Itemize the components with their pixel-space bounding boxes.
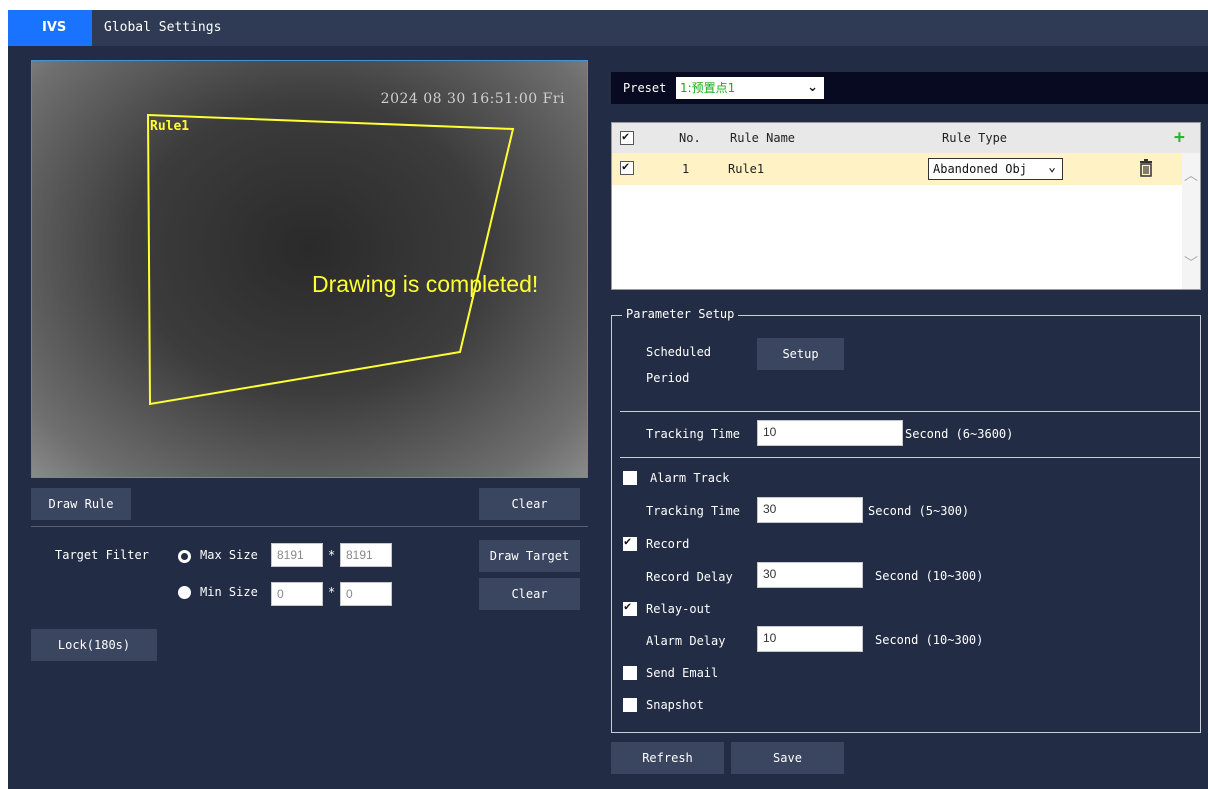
max-height-input[interactable]: 8191: [340, 543, 392, 567]
tracking-time-input[interactable]: 10: [757, 420, 903, 446]
alarm-tracking-time-input[interactable]: 30: [757, 497, 863, 523]
video-preview[interactable]: 2024 08 30 16:51:00 Fri Rule1 Drawing is…: [31, 60, 588, 478]
tab-global-settings[interactable]: Global Settings: [104, 10, 221, 46]
tab-ivs[interactable]: IVS: [8, 10, 92, 46]
table-row[interactable]: 1 Rule1 Abandoned Obj ⌄: [612, 153, 1182, 185]
preset-select[interactable]: 1:预置点1 ⌄: [676, 77, 824, 99]
record-delay-label: Record Delay: [646, 570, 733, 584]
snapshot-label: Snapshot: [646, 698, 704, 712]
add-rule-icon[interactable]: +: [1174, 123, 1185, 153]
col-rule-type-header: Rule Type: [942, 131, 1008, 145]
col-no-header: No.: [679, 131, 701, 145]
min-size-label: Min Size: [200, 585, 258, 599]
record-delay-input[interactable]: 30: [757, 562, 863, 588]
clear-rule-button[interactable]: Clear: [479, 488, 580, 520]
rule-type-select[interactable]: Abandoned Obj ⌄: [928, 158, 1063, 180]
size-separator-min: *: [328, 585, 336, 599]
alarm-track-checkbox[interactable]: [623, 471, 637, 485]
tab-bar: IVS Global Settings: [8, 10, 1208, 46]
rules-table: No. Rule Name Rule Type + 1 Rule1 Abando…: [611, 122, 1201, 290]
ivs-app: IVS Global Settings 2024 08 30 16:51:00 …: [8, 10, 1208, 789]
send-email-checkbox[interactable]: [623, 666, 637, 680]
delete-rule-icon[interactable]: [1139, 159, 1153, 180]
table-scrollbar[interactable]: ︿ ﹀: [1182, 153, 1200, 289]
draw-rule-button[interactable]: Draw Rule: [31, 488, 131, 520]
alarm-tracking-time-label: Tracking Time: [646, 504, 740, 518]
min-width-input[interactable]: 0: [271, 582, 323, 606]
max-size-radio[interactable]: [178, 550, 191, 563]
record-checkbox[interactable]: [623, 534, 637, 551]
row-no: 1: [682, 162, 690, 176]
min-height-input[interactable]: 0: [340, 582, 392, 606]
rule-polygon-overlay[interactable]: [32, 61, 588, 478]
chevron-down-icon: ⌄: [1048, 160, 1056, 175]
divider: [620, 411, 1200, 412]
max-width-input[interactable]: 8191: [271, 543, 323, 567]
divider: [31, 526, 588, 527]
table-header: No. Rule Name Rule Type +: [612, 123, 1200, 153]
save-button[interactable]: Save: [731, 742, 844, 774]
divider: [620, 457, 1200, 458]
draw-target-button[interactable]: Draw Target: [479, 540, 580, 572]
min-size-radio[interactable]: [178, 586, 191, 599]
preset-value: 1:预置点1: [680, 81, 736, 95]
relay-out-checkbox[interactable]: [623, 599, 637, 616]
setup-button[interactable]: Setup: [757, 338, 844, 370]
drawing-complete-message: Drawing is completed!: [312, 271, 539, 297]
alarm-delay-label: Alarm Delay: [646, 634, 726, 648]
record-label: Record: [646, 537, 690, 551]
chevron-down-icon: ⌄: [807, 80, 818, 95]
clear-target-button[interactable]: Clear: [479, 578, 580, 610]
alarm-track-label: Alarm Track: [650, 471, 730, 485]
snapshot-checkbox[interactable]: [623, 698, 637, 712]
max-size-label: Max Size: [200, 548, 258, 562]
size-separator: *: [328, 548, 336, 562]
scroll-up-icon[interactable]: ︿: [1182, 165, 1200, 185]
col-rule-name-header: Rule Name: [730, 131, 796, 145]
alarm-delay-input[interactable]: 10: [757, 626, 863, 652]
relay-out-label: Relay-out: [646, 602, 712, 616]
alarm-delay-hint: Second (10~300): [875, 633, 984, 647]
scheduled-period-label-2: Period: [646, 371, 690, 385]
scroll-down-icon[interactable]: ﹀: [1182, 253, 1200, 273]
rule-type-value: Abandoned Obj: [933, 162, 1027, 176]
target-filter-label: Target Filter: [55, 548, 149, 562]
send-email-label: Send Email: [646, 666, 719, 680]
lock-button[interactable]: Lock(180s): [31, 629, 157, 661]
tracking-time-hint: Second (6~3600): [905, 427, 1014, 441]
refresh-button[interactable]: Refresh: [611, 742, 724, 774]
row-rule-name: Rule1: [728, 162, 765, 176]
scheduled-period-label-1: Scheduled: [646, 345, 712, 359]
select-all-checkbox[interactable]: [620, 129, 634, 145]
rule-label: Rule1: [150, 119, 190, 134]
preset-bar: Preset 1:预置点1 ⌄: [611, 72, 1208, 104]
record-delay-hint: Second (10~300): [875, 569, 984, 583]
row-checkbox[interactable]: [620, 159, 634, 175]
parameter-setup-panel: Parameter Setup Scheduled Period Setup T…: [611, 307, 1201, 733]
video-timestamp: 2024 08 30 16:51:00 Fri: [380, 91, 565, 107]
rule-polygon[interactable]: [146, 113, 515, 406]
parameter-setup-legend: Parameter Setup: [622, 307, 739, 321]
alarm-tracking-time-hint: Second (5~300): [868, 504, 970, 518]
tracking-time-label: Tracking Time: [646, 427, 740, 441]
preset-label: Preset: [623, 81, 667, 95]
